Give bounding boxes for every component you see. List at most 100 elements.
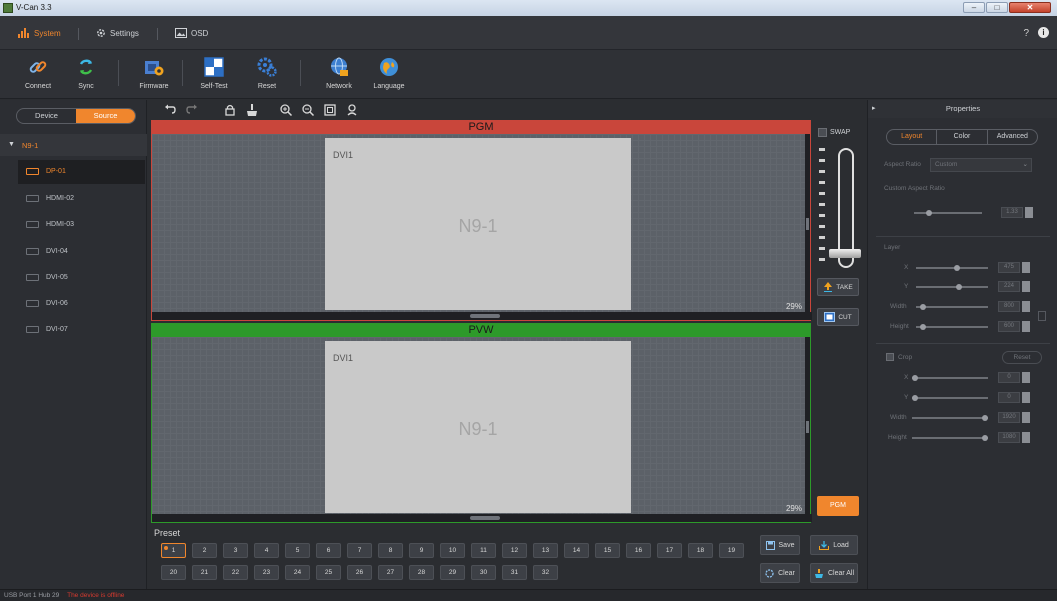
pgm-vertical-scrollbar[interactable] [805,134,810,312]
expand-arrow-icon[interactable]: ▼ [8,141,15,148]
preset-button-21[interactable]: 21 [192,565,217,580]
source-item-dvi-07[interactable]: DVI-07 [18,318,145,342]
crop-width-slider[interactable] [912,415,988,421]
preset-button-25[interactable]: 25 [316,565,341,580]
preset-button-3[interactable]: 3 [223,543,248,558]
preset-button-15[interactable]: 15 [595,543,620,558]
aspect-ratio-select[interactable]: Custom ⌄ [930,158,1032,172]
custom-aspect-input[interactable]: 1.33 [1001,207,1023,218]
layer-width-input[interactable]: 800 [998,301,1020,312]
crop-height-spinner[interactable] [1022,432,1030,443]
take-button[interactable]: TAKE [817,278,859,296]
preset-load-button[interactable]: Load [810,535,858,555]
preset-save-button[interactable]: Save [760,535,800,555]
pgm-output-button[interactable]: PGM [817,496,859,516]
preset-button-14[interactable]: 14 [564,543,589,558]
zoom-in-icon[interactable] [279,103,293,117]
preset-button-32[interactable]: 32 [533,565,558,580]
preset-clear-button[interactable]: Clear [760,563,800,583]
preset-button-11[interactable]: 11 [471,543,496,558]
crop-y-slider[interactable] [912,395,988,401]
preset-button-4[interactable]: 4 [254,543,279,558]
preset-button-5[interactable]: 5 [285,543,310,558]
preset-button-30[interactable]: 30 [471,565,496,580]
pvw-horizontal-scrollbar[interactable] [152,514,812,522]
crop-x-input[interactable]: 0 [998,372,1020,383]
preset-button-2[interactable]: 2 [192,543,217,558]
tab-source[interactable]: Source [76,109,135,123]
swap-toggle[interactable]: SWAP [818,128,850,137]
preset-button-17[interactable]: 17 [657,543,682,558]
preset-button-31[interactable]: 31 [502,565,527,580]
source-item-dvi-04[interactable]: DVI-04 [18,240,145,264]
menu-osd[interactable]: OSD [175,28,208,38]
tab-layout[interactable]: Layout [887,130,938,144]
minimize-button[interactable]: – [963,2,985,13]
custom-aspect-slider[interactable] [914,210,982,216]
tab-advanced[interactable]: Advanced [988,130,1037,144]
preset-button-24[interactable]: 24 [285,565,310,580]
firmware-button[interactable]: Firmware [134,56,174,90]
menu-settings[interactable]: Settings [96,28,139,38]
layer-width-spinner[interactable] [1022,301,1030,312]
preset-button-8[interactable]: 8 [378,543,403,558]
source-item-dp-01[interactable]: DP-01 [18,160,145,184]
preset-button-27[interactable]: 27 [378,565,403,580]
crop-y-spinner[interactable] [1022,392,1030,403]
swap-checkbox[interactable] [818,128,827,137]
preset-button-7[interactable]: 7 [347,543,372,558]
help-icon[interactable]: ? [1023,28,1029,39]
pvw-layer-window[interactable]: DVI1 N9-1 [325,341,631,513]
clear-layer-icon[interactable] [245,103,259,117]
menu-system[interactable]: System [18,28,61,38]
pgm-layer-window[interactable]: DVI1 N9-1 [325,138,631,310]
preset-clear-all-button[interactable]: Clear All [810,563,858,583]
source-item-hdmi-02[interactable]: HDMI-02 [18,187,145,211]
connect-button[interactable]: Connect [18,56,58,90]
preset-button-20[interactable]: 20 [161,565,186,580]
preset-button-19[interactable]: 19 [719,543,744,558]
pgm-canvas[interactable]: DVI1 N9-1 29% [151,134,812,321]
crop-width-input[interactable]: 1920 [998,412,1020,423]
device-group[interactable]: ▼ N9-1 [0,134,147,156]
preset-button-18[interactable]: 18 [688,543,713,558]
preset-button-10[interactable]: 10 [440,543,465,558]
preset-button-28[interactable]: 28 [409,565,434,580]
crop-x-spinner[interactable] [1022,372,1030,383]
layer-y-input[interactable]: 224 [998,281,1020,292]
preset-button-1[interactable]: 1 [161,543,186,558]
crop-x-slider[interactable] [912,375,988,381]
layer-x-spinner[interactable] [1022,262,1030,273]
undo-icon[interactable] [163,103,177,117]
layer-x-input[interactable]: 475 [998,262,1020,273]
preset-button-26[interactable]: 26 [347,565,372,580]
layer-y-spinner[interactable] [1022,281,1030,292]
crop-y-input[interactable]: 0 [998,392,1020,403]
layer-y-slider[interactable] [916,284,988,290]
preset-button-16[interactable]: 16 [626,543,651,558]
preset-button-23[interactable]: 23 [254,565,279,580]
tbar-handle[interactable] [829,249,861,258]
info-icon[interactable]: i [1038,27,1049,38]
aspect-lock-icon[interactable] [1038,311,1046,321]
layer-width-slider[interactable] [916,304,988,310]
network-button[interactable]: Network [319,56,359,90]
cut-button[interactable]: CUT [817,308,859,326]
source-item-hdmi-03[interactable]: HDMI-03 [18,213,145,237]
pgm-horizontal-scrollbar[interactable] [152,312,812,320]
source-item-dvi-06[interactable]: DVI-06 [18,292,145,316]
language-button[interactable]: Language [369,56,409,90]
zoom-out-icon[interactable] [301,103,315,117]
sync-button[interactable]: Sync [66,56,106,90]
layer-height-slider[interactable] [916,324,988,330]
tab-color[interactable]: Color [937,130,988,144]
hand-tool-icon[interactable] [345,103,359,117]
preset-button-29[interactable]: 29 [440,565,465,580]
close-button[interactable]: ✕ [1009,2,1051,13]
crop-height-input[interactable]: 1080 [998,432,1020,443]
layer-height-spinner[interactable] [1022,321,1030,332]
layer-height-input[interactable]: 600 [998,321,1020,332]
selftest-button[interactable]: Self-Test [194,56,234,90]
preset-button-6[interactable]: 6 [316,543,341,558]
pvw-vertical-scrollbar[interactable] [805,337,810,514]
